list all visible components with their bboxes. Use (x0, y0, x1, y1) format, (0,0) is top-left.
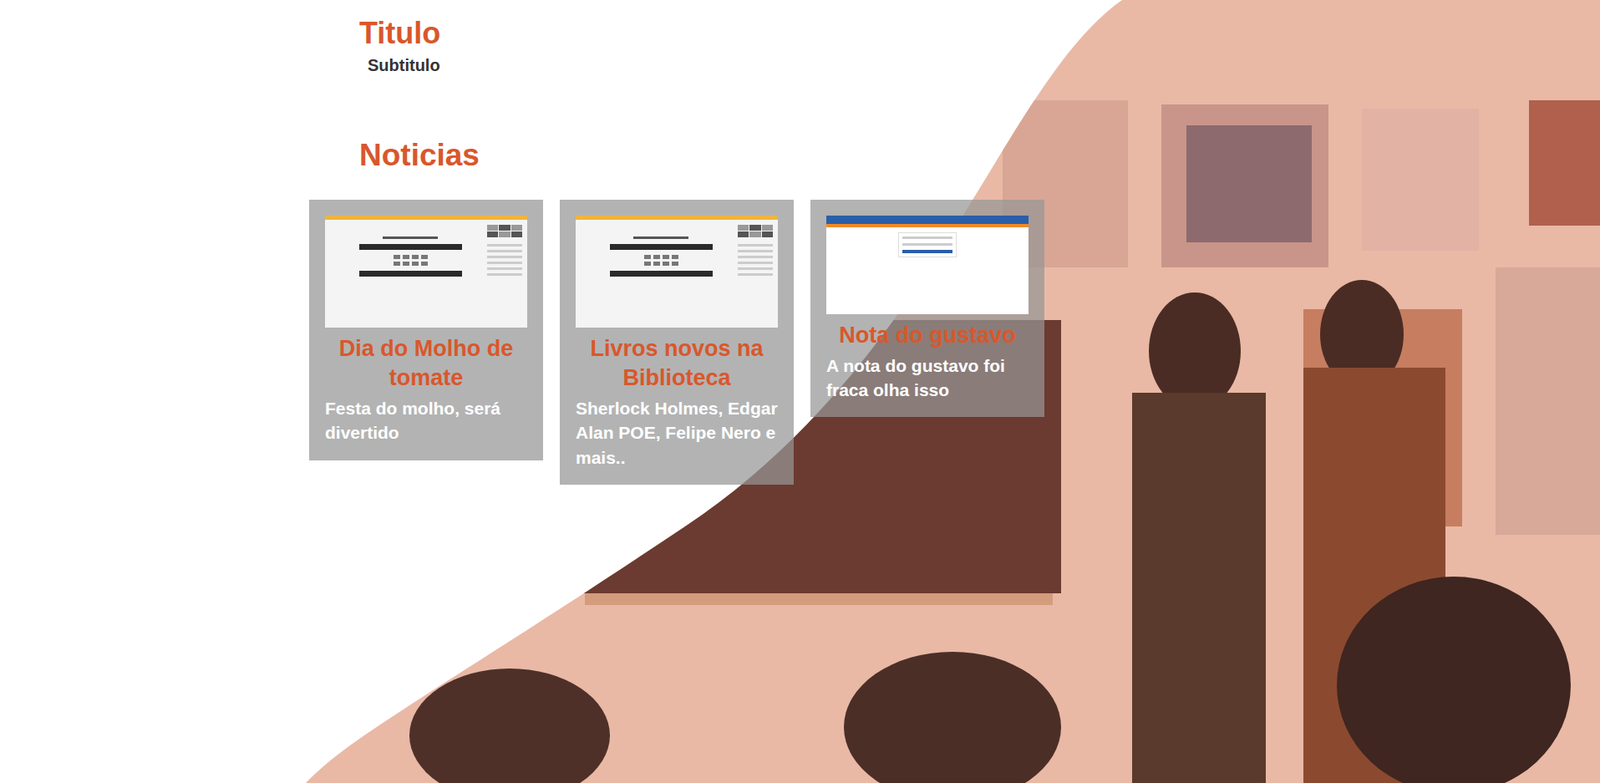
page-header: Titulo Subtitulo (309, 15, 1600, 76)
page-subtitle: Subtitulo (367, 55, 1600, 76)
page: Titulo Subtitulo Noticias Dia do Molho de t… (0, 0, 1600, 783)
card-title: Nota do gustavo (826, 320, 1029, 351)
thumb-page (575, 219, 778, 328)
thumb-top-bar (575, 215, 778, 220)
thumb-top-bar (325, 215, 528, 220)
thumb-center-column (592, 224, 730, 328)
news-heading: Noticias (359, 137, 1600, 174)
news-card[interactable]: Nota do gustavoA nota do gustavo foi fra… (810, 199, 1045, 418)
card-thumbnail (325, 215, 528, 328)
page-title: Titulo (359, 15, 1600, 51)
card-title: Dia do Molho de tomate (325, 334, 528, 393)
card-description: Festa do molho, será divertido (325, 396, 528, 446)
card-thumbnail (826, 215, 1029, 315)
card-description: Sherlock Holmes, Edgar Alan POE, Felipe … (575, 396, 778, 470)
news-card[interactable]: Dia do Molho de tomateFesta do molho, se… (309, 199, 544, 461)
thumb-top-bar (826, 215, 1029, 224)
news-card-list: Dia do Molho de tomateFesta do molho, se… (309, 199, 1600, 485)
content: Titulo Subtitulo Noticias Dia do Molho de t… (0, 0, 1600, 485)
card-description: A nota do gustavo foi fraca olha isso (826, 353, 1029, 403)
thumb-sidebar (487, 224, 523, 328)
card-thumbnail (575, 215, 778, 328)
thumb-page (325, 219, 528, 328)
thumb-portal (826, 223, 1029, 315)
news-section: Noticias Dia do Molho de tomateFesta do m… (309, 137, 1600, 485)
thumb-sidebar (737, 224, 773, 328)
thumb-center-column (341, 224, 479, 328)
news-card[interactable]: Livros novos na BibliotecaSherlock Holme… (559, 199, 794, 485)
hero-photo (0, 0, 1600, 783)
card-title: Livros novos na Biblioteca (575, 334, 778, 393)
